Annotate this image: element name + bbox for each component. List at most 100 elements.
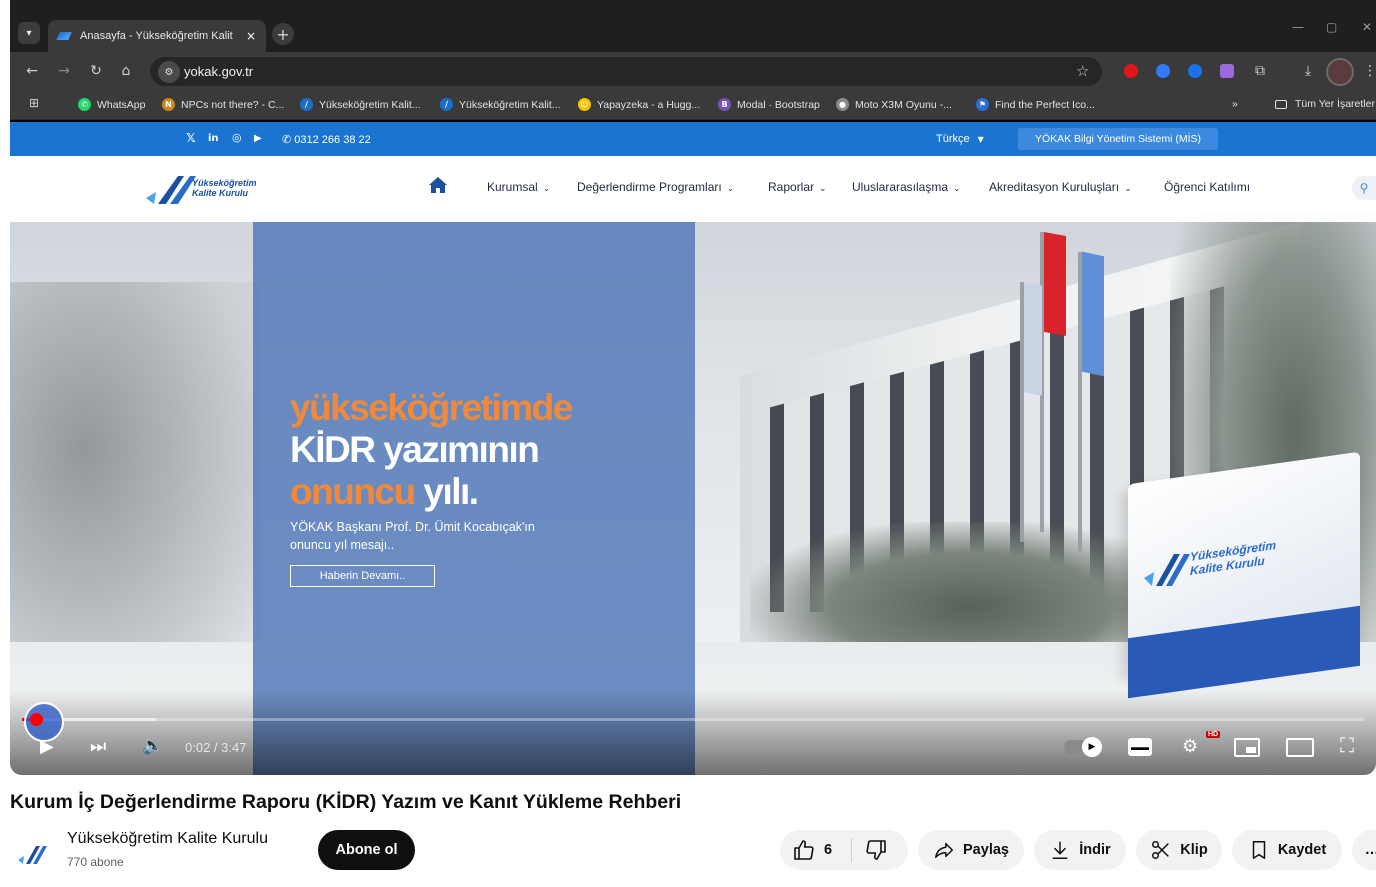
promo-headline-3: onuncu yılı.: [290, 471, 479, 513]
share-button[interactable]: Paylaş: [918, 830, 1024, 870]
download-icon: [1052, 841, 1068, 859]
next-video-icon[interactable]: ⏭: [90, 736, 106, 757]
theater-mode-icon[interactable]: [1286, 738, 1314, 757]
bookmark-favicon-icon: /: [300, 98, 313, 111]
captured-tab-title: Anasayfa - Yükseköğretim Kalit: [80, 30, 233, 42]
bookmark-label: NPCs not there? - C...: [181, 98, 285, 111]
progress-scrubber[interactable]: [30, 713, 43, 726]
site-nav-item: Raporlar ⌄: [768, 180, 827, 194]
settings-gear-icon[interactable]: ⚙: [1182, 736, 1198, 757]
bookmark-item: ⚑ Find the Perfect Ico...: [976, 98, 1095, 111]
bookmark-item: B Modal · Bootstrap: [718, 98, 820, 111]
site-nav-label: Kurumsal: [487, 180, 538, 194]
chevron-down-icon: ⌄: [1124, 184, 1132, 194]
controls-gradient: [10, 690, 1376, 775]
download-button[interactable]: İndir: [1034, 830, 1126, 870]
caret-down-icon: ▼: [977, 135, 984, 144]
miniplayer-icon[interactable]: [1234, 738, 1260, 757]
promo-subtitle: YÖKAK Başkanı Prof. Dr. Ümit Kocabıçak'ı…: [290, 520, 535, 552]
bookmark-favicon-icon: B: [718, 98, 731, 111]
bookmarks-overflow-icon: »: [1232, 98, 1238, 110]
hd-badge: HD: [1206, 731, 1221, 738]
more-icon: …: [1365, 842, 1376, 858]
more-actions-button[interactable]: …: [1352, 830, 1376, 870]
bookmark-label: Yapayzeka - a Hugg...: [597, 98, 701, 111]
scissors-icon: [1152, 841, 1170, 859]
tab-search-dropdown: ▾: [18, 22, 40, 44]
captured-url: yokak.gov.tr: [184, 64, 254, 79]
bookmark-item: ☺ Yapayzeka - a Hugg...: [578, 98, 700, 111]
extension-purple-icon: [1220, 64, 1234, 78]
save-label: Kaydet: [1277, 842, 1327, 858]
site-settings-icon: ⚙: [158, 61, 180, 83]
new-tab-icon: +: [272, 23, 294, 45]
forward-icon: →: [58, 63, 70, 79]
language-label: Türkçe: [936, 133, 970, 145]
like-count: 6: [824, 842, 833, 858]
browser-menu-icon: ⋮: [1363, 63, 1376, 79]
mis-link: YÖKAK Bilgi Yönetim Sistemi (MİS): [1018, 128, 1218, 150]
volume-icon[interactable]: 🔈: [142, 736, 163, 756]
site-nav-item: Öğrenci Katılımı: [1164, 180, 1250, 194]
logo-line-1: Yükseköğretim: [192, 178, 257, 188]
bookmark-label: Modal · Bootstrap: [737, 98, 820, 111]
logo-line-2: Kalite Kurulu: [192, 188, 249, 198]
extension-blue-icon: [1156, 64, 1170, 78]
clip-button[interactable]: Klip: [1136, 830, 1222, 870]
subtitles-icon[interactable]: ▬▬: [1128, 738, 1152, 756]
minimize-icon: —: [1292, 20, 1304, 34]
maximize-icon: ▢: [1326, 20, 1338, 34]
all-bookmarks: Tüm Yer İşaretler: [1275, 98, 1375, 110]
instagram-icon: ◎: [232, 131, 242, 144]
snowy-trees-left: [10, 282, 260, 702]
thumbs-up-icon: [794, 840, 814, 860]
like-button[interactable]: 6: [792, 838, 832, 862]
omnibox: [150, 57, 1102, 86]
bookmark-icon: [1252, 841, 1266, 859]
close-icon: ×: [245, 29, 257, 43]
bookmark-star-icon: ☆: [1076, 62, 1090, 80]
download-label: İndir: [1079, 842, 1111, 858]
thumbs-down-icon: [866, 840, 886, 860]
save-button[interactable]: Kaydet: [1232, 830, 1342, 870]
progress-bar[interactable]: [22, 718, 1364, 721]
autoplay-play-icon: ▶: [1082, 737, 1102, 757]
dislike-button[interactable]: [864, 838, 888, 867]
play-icon[interactable]: ▶: [40, 736, 54, 757]
chevron-down-icon: ⌄: [819, 184, 827, 194]
channel-name[interactable]: Yükseköğretim Kalite Kurulu: [67, 830, 268, 848]
share-icon: [935, 842, 953, 859]
site-nav-item: Değerlendirme Programları ⌄: [577, 180, 734, 194]
share-label: Paylaş: [963, 842, 1009, 858]
video-title: Kurum İç Değerlendirme Raporu (KİDR) Yaz…: [10, 791, 682, 813]
turkish-flag-icon: [1044, 232, 1066, 336]
back-icon: ←: [26, 63, 38, 79]
site-logo-text: Yükseköğretim Kalite Kurulu: [192, 178, 257, 198]
bookmark-label: WhatsApp: [97, 98, 146, 111]
clip-label: Klip: [1180, 842, 1208, 858]
reload-icon: ↻: [90, 63, 102, 79]
x-social-icon: 𝕏: [186, 131, 196, 145]
bookmark-favicon-icon: ⚑: [976, 98, 989, 111]
promo-read-more-button: Haberin Devamı..: [290, 565, 435, 587]
yokak-favicon-icon: [56, 32, 72, 40]
chevron-down-icon: ⌄: [953, 184, 961, 194]
all-bookmarks-label: Tüm Yer İşaretler: [1295, 98, 1375, 110]
bookmark-favicon-icon: /: [440, 98, 453, 111]
site-nav-item: Akreditasyon Kuruluşları ⌄: [989, 180, 1132, 194]
bookmark-label: Yükseköğretim Kalit...: [319, 98, 421, 111]
accessibility-icon: ⚲: [1352, 176, 1376, 200]
youtube-icon: ▶: [254, 133, 262, 144]
subscribe-button[interactable]: Abone ol: [318, 830, 415, 870]
video-player[interactable]: ▾ Anasayfa - Yükseköğretim Kalit × + — ▢…: [10, 0, 1376, 775]
extension-red-icon: [1124, 64, 1138, 78]
site-home-icon: [429, 177, 447, 193]
fullscreen-icon[interactable]: ⛶: [1340, 733, 1354, 757]
downloads-icon: ⤓: [1304, 63, 1312, 79]
chevron-down-icon: ⌄: [726, 184, 735, 194]
time-display: 0:02 / 3:47: [185, 740, 247, 755]
channel-avatar[interactable]: [14, 834, 50, 870]
extension-translate-icon: [1188, 64, 1202, 78]
promo-headline-3-white: yılı.: [423, 471, 479, 512]
bookmark-label: Find the Perfect Ico...: [995, 98, 1095, 111]
